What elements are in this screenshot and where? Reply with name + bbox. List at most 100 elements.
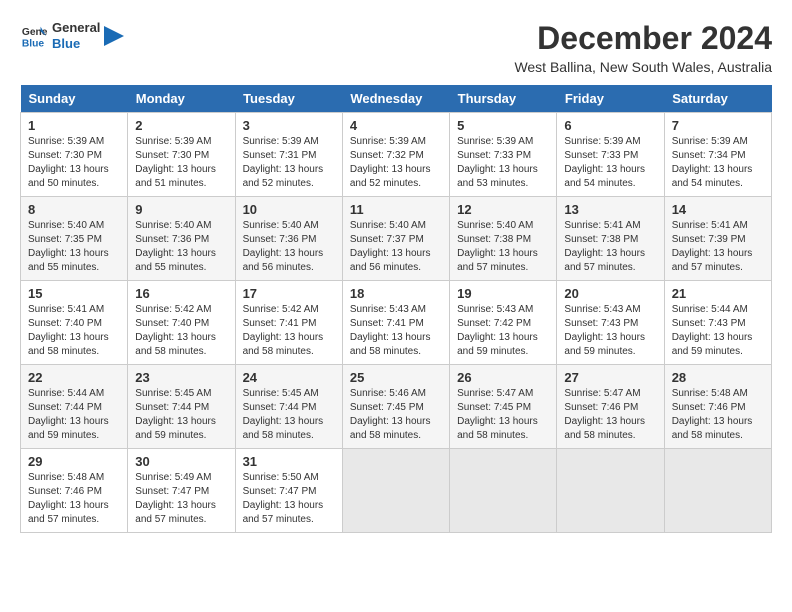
- calendar-cell: 7 Sunrise: 5:39 AM Sunset: 7:34 PM Dayli…: [664, 113, 771, 197]
- calendar-cell: [557, 449, 664, 533]
- day-info: Sunrise: 5:39 AM Sunset: 7:30 PM Dayligh…: [135, 135, 227, 191]
- calendar-cell: 13 Sunrise: 5:41 AM Sunset: 7:38 PM Dayl…: [557, 197, 664, 281]
- day-info: Sunrise: 5:41 AM Sunset: 7:39 PM Dayligh…: [672, 219, 764, 275]
- day-number: 25: [350, 370, 442, 385]
- calendar-cell: 22 Sunrise: 5:44 AM Sunset: 7:44 PM Dayl…: [21, 365, 128, 449]
- day-number: 4: [350, 118, 442, 133]
- calendar-cell: 21 Sunrise: 5:44 AM Sunset: 7:43 PM Dayl…: [664, 281, 771, 365]
- day-info: Sunrise: 5:43 AM Sunset: 7:41 PM Dayligh…: [350, 303, 442, 359]
- page-subtitle: West Ballina, New South Wales, Australia: [514, 59, 772, 75]
- calendar-cell: 27 Sunrise: 5:47 AM Sunset: 7:46 PM Dayl…: [557, 365, 664, 449]
- calendar-cell: 6 Sunrise: 5:39 AM Sunset: 7:33 PM Dayli…: [557, 113, 664, 197]
- calendar-cell: 19 Sunrise: 5:43 AM Sunset: 7:42 PM Dayl…: [450, 281, 557, 365]
- calendar-cell: 23 Sunrise: 5:45 AM Sunset: 7:44 PM Dayl…: [128, 365, 235, 449]
- calendar-cell: 8 Sunrise: 5:40 AM Sunset: 7:35 PM Dayli…: [21, 197, 128, 281]
- day-info: Sunrise: 5:48 AM Sunset: 7:46 PM Dayligh…: [672, 387, 764, 443]
- day-info: Sunrise: 5:40 AM Sunset: 7:37 PM Dayligh…: [350, 219, 442, 275]
- day-info: Sunrise: 5:39 AM Sunset: 7:31 PM Dayligh…: [243, 135, 335, 191]
- calendar-cell: 15 Sunrise: 5:41 AM Sunset: 7:40 PM Dayl…: [21, 281, 128, 365]
- day-number: 29: [28, 454, 120, 469]
- day-info: Sunrise: 5:43 AM Sunset: 7:43 PM Dayligh…: [564, 303, 656, 359]
- weekday-header-saturday: Saturday: [664, 85, 771, 113]
- day-number: 21: [672, 286, 764, 301]
- day-number: 3: [243, 118, 335, 133]
- weekday-header-tuesday: Tuesday: [235, 85, 342, 113]
- weekday-header-monday: Monday: [128, 85, 235, 113]
- day-number: 27: [564, 370, 656, 385]
- calendar-cell: 24 Sunrise: 5:45 AM Sunset: 7:44 PM Dayl…: [235, 365, 342, 449]
- weekday-header-friday: Friday: [557, 85, 664, 113]
- calendar-cell: 30 Sunrise: 5:49 AM Sunset: 7:47 PM Dayl…: [128, 449, 235, 533]
- calendar-cell: 25 Sunrise: 5:46 AM Sunset: 7:45 PM Dayl…: [342, 365, 449, 449]
- day-number: 13: [564, 202, 656, 217]
- weekday-header-sunday: Sunday: [21, 85, 128, 113]
- day-info: Sunrise: 5:39 AM Sunset: 7:33 PM Dayligh…: [457, 135, 549, 191]
- day-number: 5: [457, 118, 549, 133]
- calendar-cell: 3 Sunrise: 5:39 AM Sunset: 7:31 PM Dayli…: [235, 113, 342, 197]
- calendar-cell: [450, 449, 557, 533]
- day-number: 15: [28, 286, 120, 301]
- day-number: 20: [564, 286, 656, 301]
- day-info: Sunrise: 5:40 AM Sunset: 7:36 PM Dayligh…: [135, 219, 227, 275]
- calendar-cell: [664, 449, 771, 533]
- day-info: Sunrise: 5:41 AM Sunset: 7:40 PM Dayligh…: [28, 303, 120, 359]
- day-number: 1: [28, 118, 120, 133]
- logo-triangle-icon: [104, 26, 124, 46]
- calendar-cell: 17 Sunrise: 5:42 AM Sunset: 7:41 PM Dayl…: [235, 281, 342, 365]
- day-number: 14: [672, 202, 764, 217]
- calendar-cell: 28 Sunrise: 5:48 AM Sunset: 7:46 PM Dayl…: [664, 365, 771, 449]
- calendar-cell: 9 Sunrise: 5:40 AM Sunset: 7:36 PM Dayli…: [128, 197, 235, 281]
- day-info: Sunrise: 5:41 AM Sunset: 7:38 PM Dayligh…: [564, 219, 656, 275]
- calendar-cell: 11 Sunrise: 5:40 AM Sunset: 7:37 PM Dayl…: [342, 197, 449, 281]
- logo-general: General: [52, 20, 100, 36]
- weekday-header-wednesday: Wednesday: [342, 85, 449, 113]
- calendar-cell: 26 Sunrise: 5:47 AM Sunset: 7:45 PM Dayl…: [450, 365, 557, 449]
- day-info: Sunrise: 5:43 AM Sunset: 7:42 PM Dayligh…: [457, 303, 549, 359]
- header: General Blue General Blue December 2024 …: [20, 20, 772, 75]
- calendar-cell: 31 Sunrise: 5:50 AM Sunset: 7:47 PM Dayl…: [235, 449, 342, 533]
- calendar-cell: 10 Sunrise: 5:40 AM Sunset: 7:36 PM Dayl…: [235, 197, 342, 281]
- day-info: Sunrise: 5:39 AM Sunset: 7:34 PM Dayligh…: [672, 135, 764, 191]
- day-info: Sunrise: 5:50 AM Sunset: 7:47 PM Dayligh…: [243, 471, 335, 527]
- logo-icon: General Blue: [20, 22, 48, 50]
- day-number: 26: [457, 370, 549, 385]
- day-number: 24: [243, 370, 335, 385]
- day-number: 19: [457, 286, 549, 301]
- day-number: 23: [135, 370, 227, 385]
- calendar-cell: 5 Sunrise: 5:39 AM Sunset: 7:33 PM Dayli…: [450, 113, 557, 197]
- day-number: 6: [564, 118, 656, 133]
- day-info: Sunrise: 5:47 AM Sunset: 7:45 PM Dayligh…: [457, 387, 549, 443]
- day-info: Sunrise: 5:40 AM Sunset: 7:38 PM Dayligh…: [457, 219, 549, 275]
- calendar-cell: 14 Sunrise: 5:41 AM Sunset: 7:39 PM Dayl…: [664, 197, 771, 281]
- day-info: Sunrise: 5:44 AM Sunset: 7:44 PM Dayligh…: [28, 387, 120, 443]
- day-number: 9: [135, 202, 227, 217]
- calendar-table: SundayMondayTuesdayWednesdayThursdayFrid…: [20, 85, 772, 533]
- title-section: December 2024 West Ballina, New South Wa…: [514, 20, 772, 75]
- day-info: Sunrise: 5:46 AM Sunset: 7:45 PM Dayligh…: [350, 387, 442, 443]
- day-number: 31: [243, 454, 335, 469]
- calendar-cell: 4 Sunrise: 5:39 AM Sunset: 7:32 PM Dayli…: [342, 113, 449, 197]
- day-number: 16: [135, 286, 227, 301]
- day-number: 28: [672, 370, 764, 385]
- day-info: Sunrise: 5:40 AM Sunset: 7:36 PM Dayligh…: [243, 219, 335, 275]
- logo: General Blue General Blue: [20, 20, 124, 51]
- calendar-cell: [342, 449, 449, 533]
- calendar-cell: 2 Sunrise: 5:39 AM Sunset: 7:30 PM Dayli…: [128, 113, 235, 197]
- day-number: 11: [350, 202, 442, 217]
- calendar-cell: 1 Sunrise: 5:39 AM Sunset: 7:30 PM Dayli…: [21, 113, 128, 197]
- calendar-cell: 20 Sunrise: 5:43 AM Sunset: 7:43 PM Dayl…: [557, 281, 664, 365]
- calendar-cell: 29 Sunrise: 5:48 AM Sunset: 7:46 PM Dayl…: [21, 449, 128, 533]
- page-title: December 2024: [514, 20, 772, 57]
- day-info: Sunrise: 5:39 AM Sunset: 7:33 PM Dayligh…: [564, 135, 656, 191]
- day-number: 10: [243, 202, 335, 217]
- day-number: 22: [28, 370, 120, 385]
- day-info: Sunrise: 5:42 AM Sunset: 7:40 PM Dayligh…: [135, 303, 227, 359]
- calendar-week-row: 22 Sunrise: 5:44 AM Sunset: 7:44 PM Dayl…: [21, 365, 772, 449]
- day-info: Sunrise: 5:48 AM Sunset: 7:46 PM Dayligh…: [28, 471, 120, 527]
- weekday-header-row: SundayMondayTuesdayWednesdayThursdayFrid…: [21, 85, 772, 113]
- day-info: Sunrise: 5:39 AM Sunset: 7:32 PM Dayligh…: [350, 135, 442, 191]
- day-number: 7: [672, 118, 764, 133]
- day-number: 8: [28, 202, 120, 217]
- day-info: Sunrise: 5:49 AM Sunset: 7:47 PM Dayligh…: [135, 471, 227, 527]
- calendar-cell: 18 Sunrise: 5:43 AM Sunset: 7:41 PM Dayl…: [342, 281, 449, 365]
